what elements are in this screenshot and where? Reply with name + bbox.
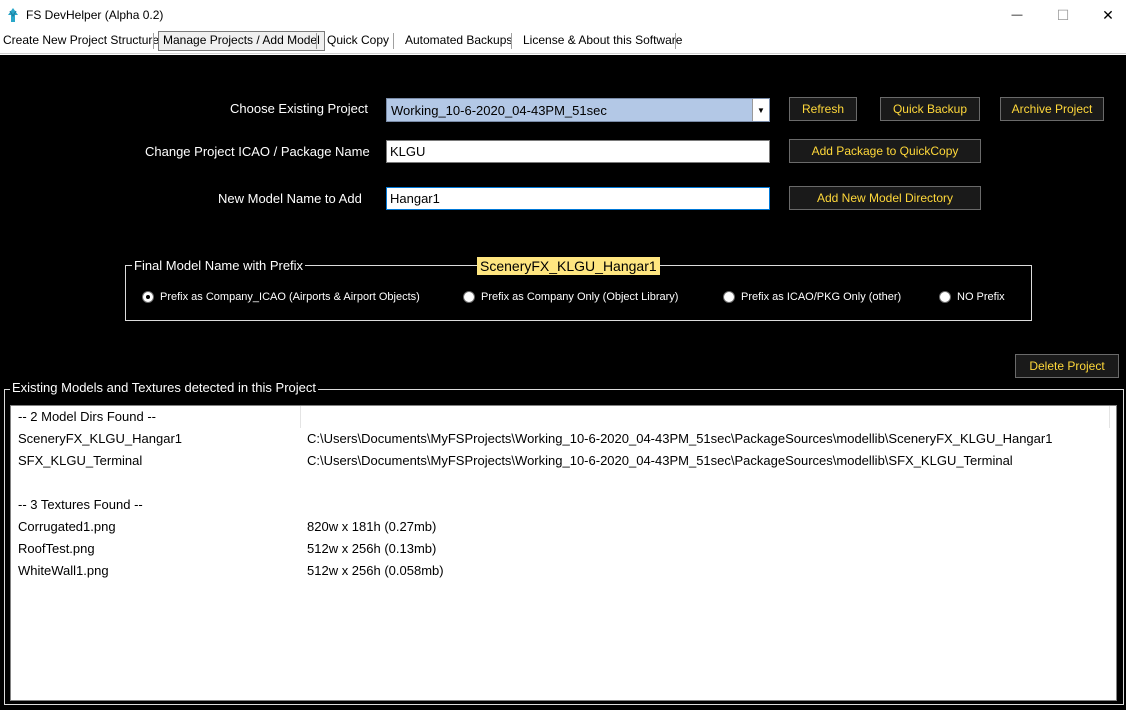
refresh-button[interactable]: Refresh [789, 97, 857, 121]
tab-automated-backups[interactable]: Automated Backups [405, 30, 512, 52]
radio-unchecked-icon [463, 291, 475, 303]
chevron-down-icon[interactable]: ▼ [752, 99, 769, 121]
list-item[interactable]: -- 3 Textures Found -- [11, 494, 1116, 516]
list-item-detail: 512w x 256h (0.058mb) [307, 563, 444, 578]
list-item[interactable]: SceneryFX_KLGU_Hangar1 C:\Users\Document… [11, 428, 1116, 450]
radio-label: Prefix as Company_ICAO (Airports & Airpo… [160, 291, 420, 303]
list-item-detail: C:\Users\Documents\MyFSProjects\Working_… [307, 453, 1013, 468]
list-item-name: SFX_KLGU_Terminal [18, 453, 143, 468]
list-item[interactable]: WhiteWall1.png 512w x 256h (0.058mb) [11, 560, 1116, 582]
new-model-name-input[interactable] [386, 187, 770, 210]
tab-separator [675, 33, 676, 49]
tab-create-new-project[interactable]: Create New Project Structure [3, 30, 159, 52]
change-icao-label: Change Project ICAO / Package Name [145, 144, 370, 159]
maximize-button[interactable]: ☐ [1040, 0, 1086, 30]
add-new-model-directory-button[interactable]: Add New Model Directory [789, 186, 981, 210]
list-item[interactable]: SFX_KLGU_Terminal C:\Users\Documents\MyF… [11, 450, 1116, 472]
close-icon: ✕ [1102, 6, 1114, 23]
models-group-legend: Existing Models and Textures detected in… [10, 380, 318, 395]
quick-backup-button[interactable]: Quick Backup [880, 97, 980, 121]
project-select[interactable]: Working_10-6-2020_04-43PM_51sec ▼ [386, 98, 770, 122]
list-item[interactable] [11, 472, 1116, 494]
radio-prefix-company-icao[interactable]: Prefix as Company_ICAO (Airports & Airpo… [142, 291, 420, 303]
radio-unchecked-icon [939, 291, 951, 303]
tab-separator [511, 33, 512, 49]
minimize-button[interactable]: — [994, 0, 1040, 30]
list-item-name: -- 2 Model Dirs Found -- [18, 409, 156, 424]
minimize-icon: — [1011, 9, 1023, 21]
list-item[interactable]: RoofTest.png 512w x 256h (0.13mb) [11, 538, 1116, 560]
tab-quick-copy[interactable]: Quick Copy [327, 30, 389, 52]
app-logo-icon [8, 8, 18, 22]
project-select-value: Working_10-6-2020_04-43PM_51sec [391, 103, 607, 118]
close-button[interactable]: ✕ [1085, 0, 1126, 30]
list-item-detail: 820w x 181h (0.27mb) [307, 519, 437, 534]
title-bar: FS DevHelper (Alpha 0.2) — ☐ ✕ [0, 0, 1126, 30]
final-model-name-badge: SceneryFX_KLGU_Hangar1 [477, 257, 660, 275]
list-item[interactable]: Corrugated1.png 820w x 181h (0.27mb) [11, 516, 1116, 538]
window-title: FS DevHelper (Alpha 0.2) [26, 8, 164, 22]
list-item[interactable]: -- 2 Model Dirs Found -- [11, 406, 1116, 428]
list-item-name: RoofTest.png [18, 541, 95, 556]
radio-prefix-icao-only[interactable]: Prefix as ICAO/PKG Only (other) [723, 291, 901, 303]
radio-label: NO Prefix [957, 291, 1005, 303]
new-model-label: New Model Name to Add [218, 191, 362, 206]
tab-separator [316, 33, 317, 49]
list-item-name: Corrugated1.png [18, 519, 116, 534]
window-bottom-edge [0, 710, 1126, 715]
radio-label: Prefix as Company Only (Object Library) [481, 291, 679, 303]
icao-package-input[interactable] [386, 140, 770, 163]
list-item-name: WhiteWall1.png [18, 563, 109, 578]
prefix-group-legend: Final Model Name with Prefix [132, 258, 306, 273]
add-package-quickcopy-button[interactable]: Add Package to QuickCopy [789, 139, 981, 163]
models-textures-list[interactable]: -- 2 Model Dirs Found -- SceneryFX_KLGU_… [10, 405, 1117, 701]
list-item-name: -- 3 Textures Found -- [18, 497, 143, 512]
delete-project-button[interactable]: Delete Project [1015, 354, 1119, 378]
list-item-detail: C:\Users\Documents\MyFSProjects\Working_… [307, 431, 1053, 446]
tab-separator [393, 33, 394, 49]
list-item-detail: 512w x 256h (0.13mb) [307, 541, 437, 556]
list-item-name: SceneryFX_KLGU_Hangar1 [18, 431, 183, 446]
tab-strip: Create New Project Structure Manage Proj… [0, 30, 1126, 54]
tab-license-about[interactable]: License & About this Software [523, 30, 682, 52]
choose-project-label: Choose Existing Project [230, 101, 369, 116]
tab-separator [153, 33, 154, 49]
maximize-icon: ☐ [1056, 6, 1070, 23]
radio-checked-icon [142, 291, 154, 303]
radio-no-prefix[interactable]: NO Prefix [939, 291, 1005, 303]
radio-unchecked-icon [723, 291, 735, 303]
tab-manage-projects[interactable]: Manage Projects / Add Model [158, 31, 325, 51]
radio-label: Prefix as ICAO/PKG Only (other) [741, 291, 902, 303]
radio-prefix-company-only[interactable]: Prefix as Company Only (Object Library) [463, 291, 678, 303]
manage-projects-panel: Choose Existing Project Working_10-6-202… [0, 55, 1126, 710]
archive-project-button[interactable]: Archive Project [1000, 97, 1104, 121]
